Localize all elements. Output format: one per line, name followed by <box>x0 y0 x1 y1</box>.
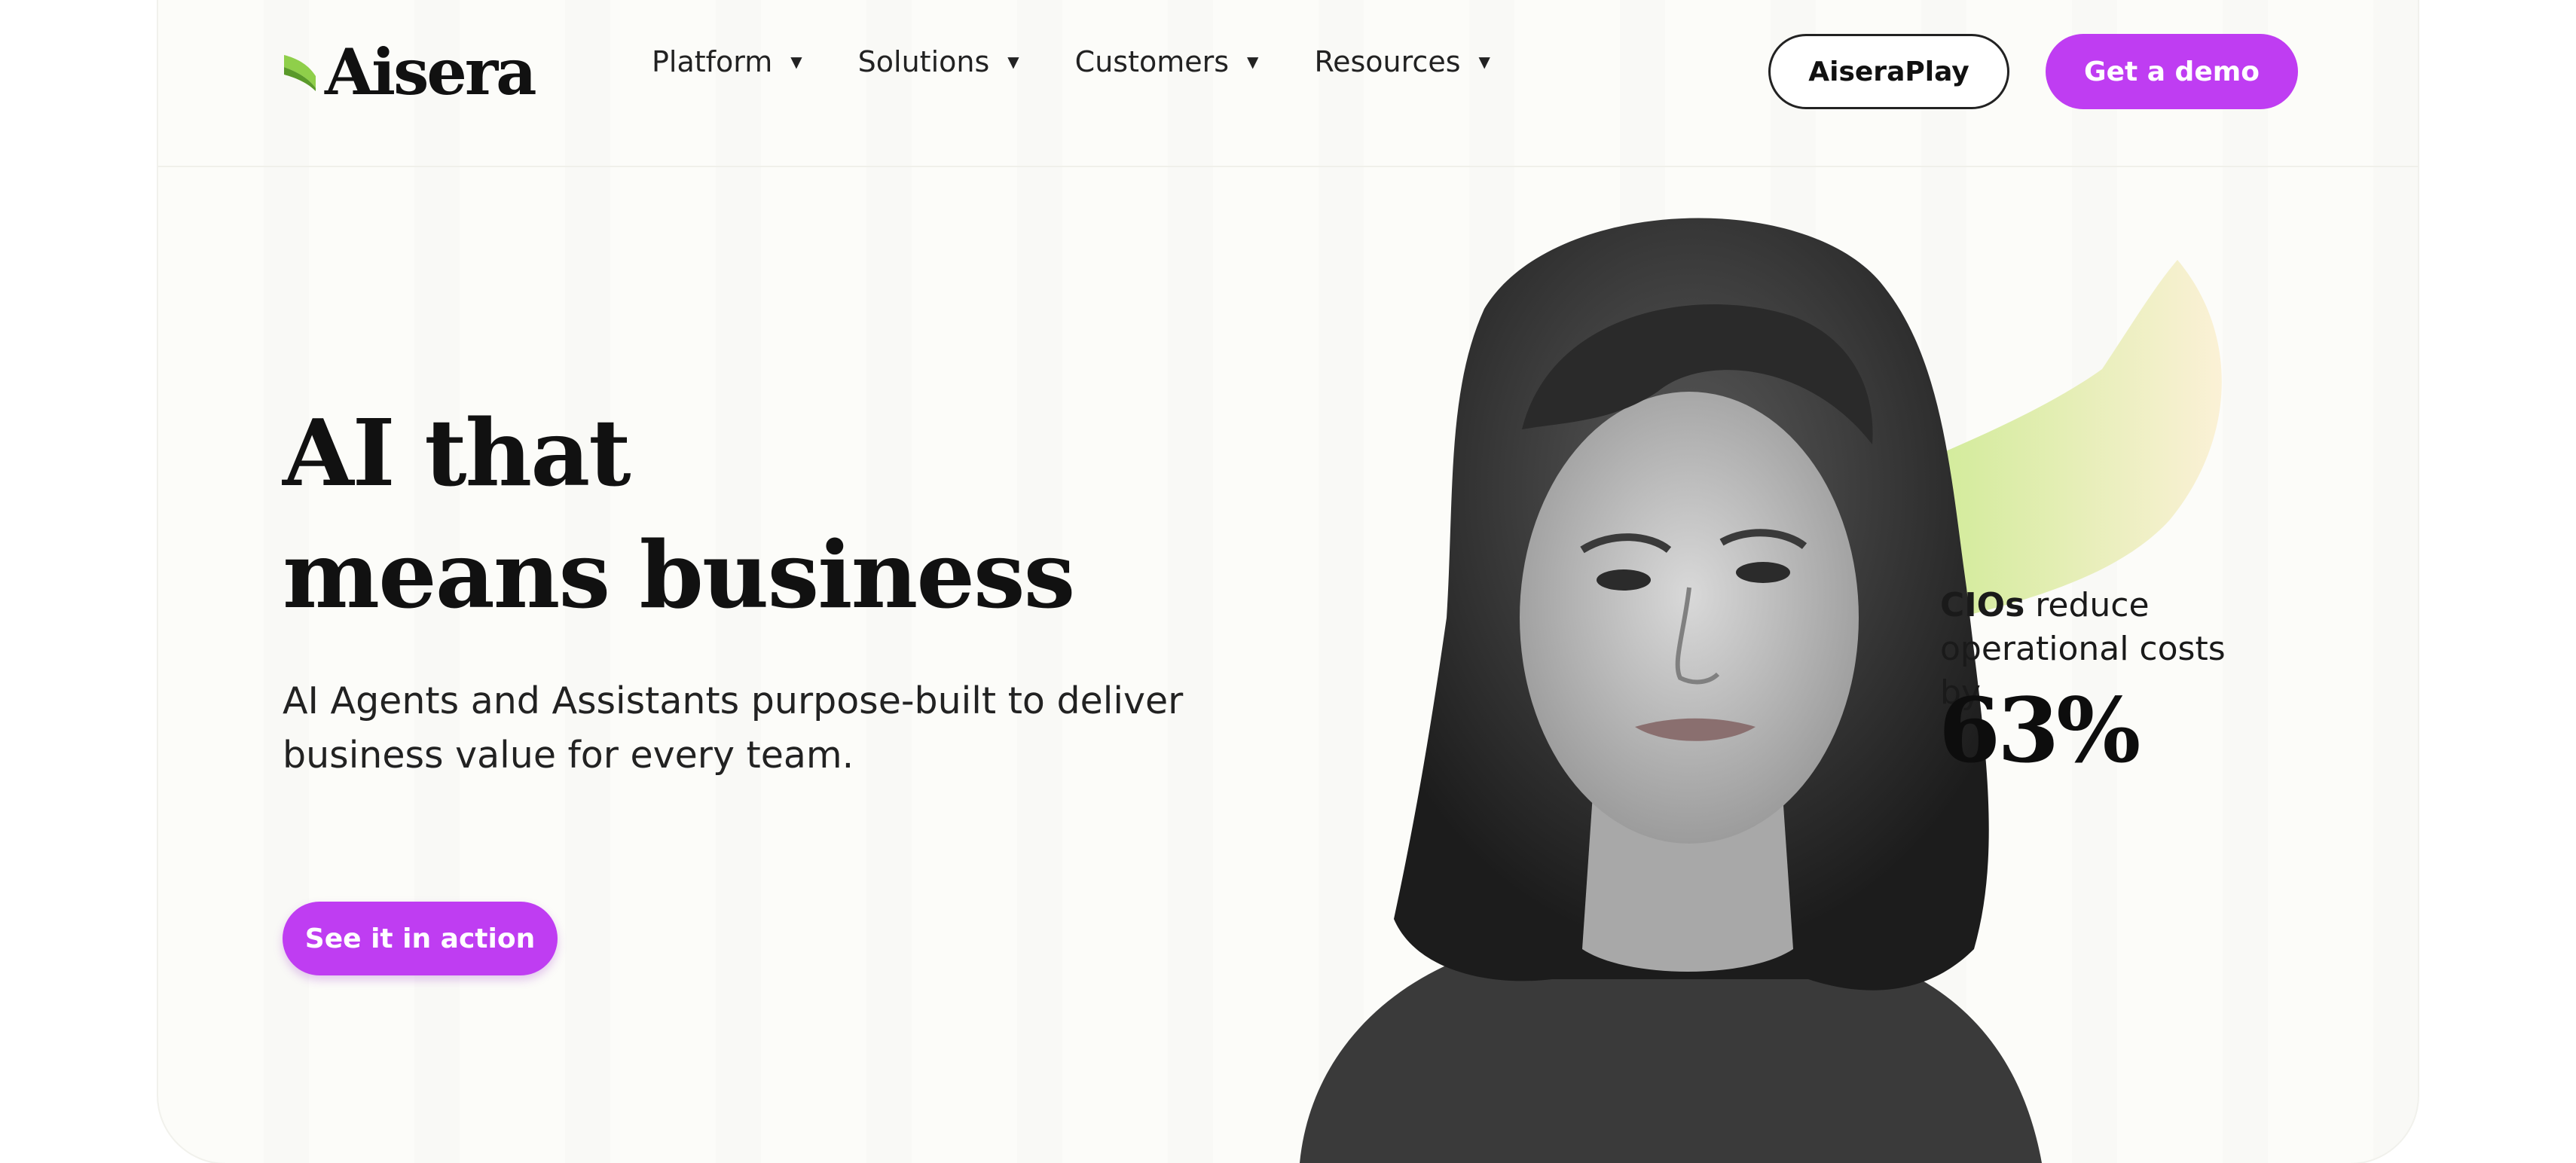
get-demo-button[interactable]: Get a demo <box>2046 34 2298 109</box>
logo-text: Aisera <box>325 34 537 109</box>
stat-bold-prefix: CIOs <box>1940 586 2025 624</box>
see-it-in-action-button[interactable]: See it in action <box>283 902 558 975</box>
caret-down-icon: ▼ <box>1478 53 1490 71</box>
caret-down-icon: ▼ <box>790 53 802 71</box>
page-container: Aisera Platform ▼ Solutions ▼ Customers … <box>158 0 2418 1163</box>
logo[interactable]: Aisera <box>283 30 537 113</box>
portrait-eye-left <box>1597 569 1651 591</box>
hero-title-line-1: AI that <box>283 398 631 507</box>
nav-item-resources[interactable]: Resources ▼ <box>1314 45 1490 78</box>
caret-down-icon: ▼ <box>1247 53 1259 71</box>
nav-item-label: Resources <box>1314 45 1461 78</box>
hero-title: AI that means business <box>283 392 1262 636</box>
nav-item-label: Platform <box>652 45 773 78</box>
portrait-face <box>1520 392 1859 844</box>
site-header: Aisera Platform ▼ Solutions ▼ Customers … <box>158 0 2418 167</box>
caret-down-icon: ▼ <box>1007 53 1019 71</box>
nav-item-label: Solutions <box>857 45 990 78</box>
hero-title-line-2: means business <box>283 520 1075 629</box>
logo-leaf-icon <box>284 55 316 91</box>
aiseraplay-button[interactable]: AiseraPlay <box>1768 34 2009 109</box>
portrait-eye-right <box>1736 562 1790 583</box>
hero-subtitle: AI Agents and Assistants purpose-built t… <box>283 679 1184 777</box>
main-nav: Platform ▼ Solutions ▼ Customers ▼ Resou… <box>652 45 1546 78</box>
nav-item-solutions[interactable]: Solutions ▼ <box>858 45 1019 78</box>
nav-item-platform[interactable]: Platform ▼ <box>652 45 802 78</box>
stat-value: 63% <box>1939 678 2141 783</box>
nav-item-label: Customers <box>1074 45 1230 78</box>
nav-item-customers[interactable]: Customers ▼ <box>1075 45 1259 78</box>
